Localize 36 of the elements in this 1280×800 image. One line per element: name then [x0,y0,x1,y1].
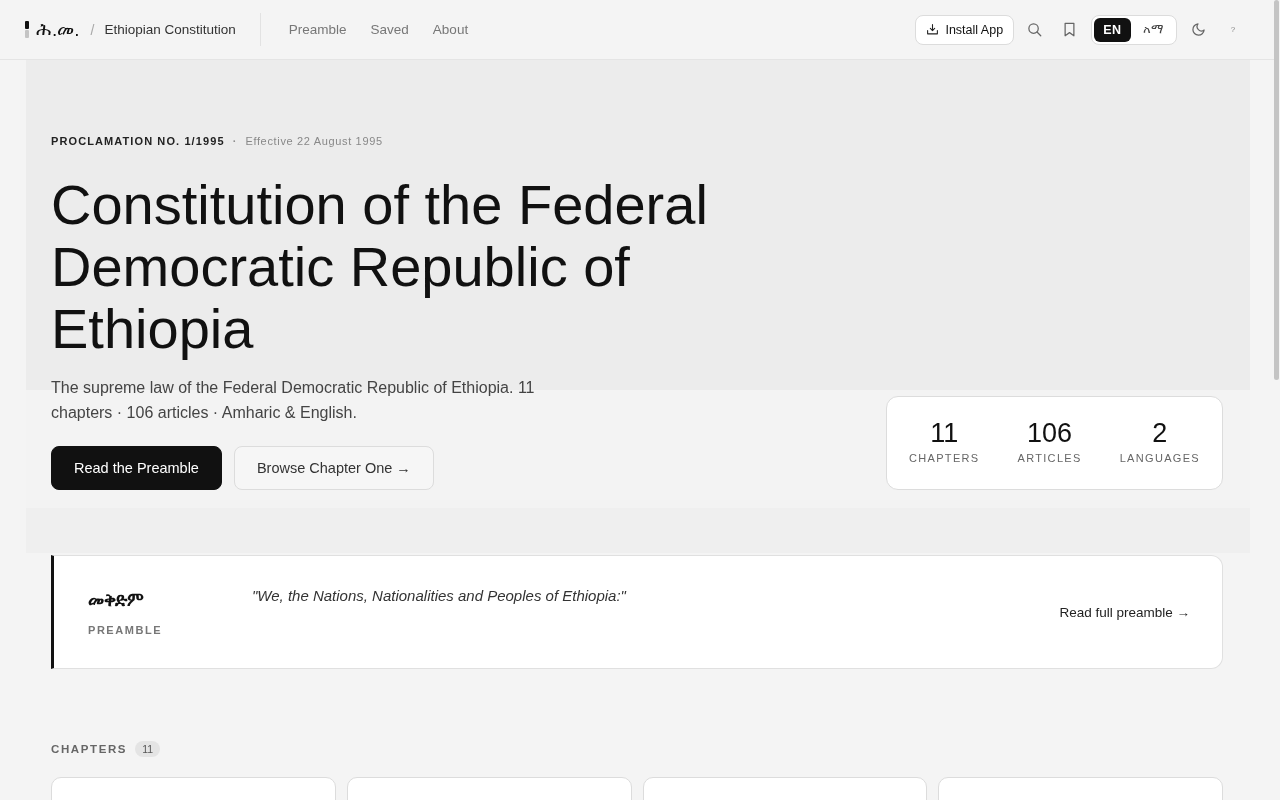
nav-link[interactable]: Preamble [288,22,347,37]
effective-date: Effective 22 August 1995 [245,134,383,149]
nav-link[interactable]: About [432,22,469,37]
preamble-label: PREAMBLE [88,623,163,637]
search-icon [1026,22,1042,37]
stat-label: ARTICLES [1017,451,1082,465]
language-option[interactable]: አማ [1133,17,1174,42]
stat-value: 11 [930,417,959,449]
browse-chapter-button[interactable]: Browse Chapter One → [233,446,434,490]
page-title: Constitution of the Federal Democratic Republic of Ethiopia [51,174,709,360]
logo-text[interactable]: ሕ.መ. [36,18,80,41]
site-title[interactable]: Ethiopian Constitution [104,22,236,37]
read-preamble-link[interactable]: Read full preamble → [1059,604,1190,620]
logo-icon [25,21,29,38]
hero-subtitle: The supreme law of the Federal Democratic Republic of Ethiopia. 11 chapters · 106 articles · Amharic & English. [51,378,536,423]
chapter-count: 11 [135,741,161,757]
chapters-heading: CHAPTERS [51,742,128,757]
nav-link[interactable]: Saved [370,22,409,37]
read-preamble-button[interactable]: Read the Preamble [51,446,222,490]
stat-label: LANGUAGES [1119,451,1200,465]
help-button[interactable]: ? [1219,15,1247,44]
kicker-separator: · [232,134,238,149]
stat-label: CHAPTERS [909,451,980,465]
breadcrumb-separator: / [90,21,95,38]
preamble-card[interactable]: መቅድም PREAMBLE "We, the Nations, Nationalities and Peoples of Ethiopia:" Read full preamble → [51,555,1223,669]
moon-icon [1190,22,1206,37]
proclamation-label: PROCLAMATION NO. 1/1995 [51,134,225,149]
download-icon [926,23,940,36]
language-option[interactable]: EN [1094,17,1131,42]
preamble-title: መቅድም [88,589,144,612]
install-app-button[interactable]: Install App [915,14,1015,45]
scrollbar-thumb[interactable] [1274,0,1279,380]
preamble-quote: "We, the Nations, Nationalities and Peoples of Ethiopia:" [252,587,626,605]
stat-value: 2 [1152,417,1168,449]
bookmark-icon [1061,22,1077,37]
stat-value: 106 [1027,417,1073,449]
